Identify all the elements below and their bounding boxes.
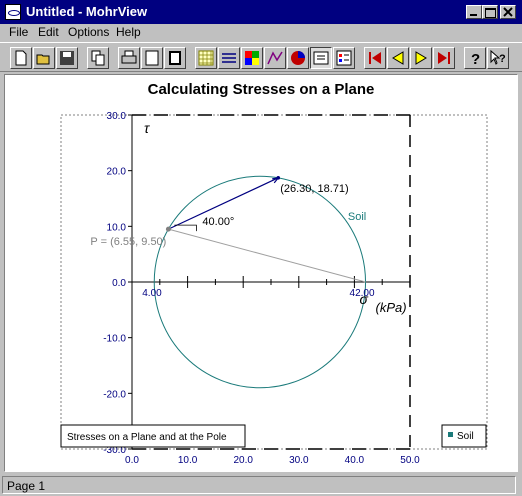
context-help-icon: ?: [490, 49, 506, 65]
menu-file[interactable]: File: [9, 25, 28, 39]
fill-button[interactable]: [164, 47, 186, 69]
svg-text:?: ?: [471, 51, 480, 68]
y-tick-label: -20.0: [103, 389, 126, 400]
grid-icon: [198, 50, 214, 66]
stress-point: [276, 176, 281, 180]
context-help-button[interactable]: ?: [487, 47, 509, 69]
pole-point: [165, 226, 171, 232]
copy-button[interactable]: [87, 47, 109, 69]
y-tick-label: 0.0: [112, 278, 126, 289]
legend-icon: [336, 50, 352, 66]
pole-line: [168, 228, 366, 283]
x-tick-label: 30.0: [289, 455, 309, 466]
print-icon: [121, 50, 137, 64]
legend-text: Soil: [457, 431, 474, 442]
colors-icon: [245, 51, 259, 65]
angle-label: 40.00°: [202, 216, 234, 228]
help-icon: ?: [471, 51, 480, 68]
text-button[interactable]: [310, 47, 332, 69]
menu-edit[interactable]: Edit: [38, 25, 59, 39]
caption-text: Stresses on a Plane and at the Pole: [67, 432, 227, 443]
copy-icon: [91, 50, 105, 66]
frame-icon: [145, 50, 159, 66]
toolbar: ? ?: [0, 42, 522, 72]
app-icon[interactable]: [5, 4, 21, 20]
new-button[interactable]: [10, 47, 32, 69]
chart-canvas[interactable]: Calculating Stresses on a Plane 30.0 20.0…: [4, 74, 518, 472]
grid-button[interactable]: [195, 47, 217, 69]
menu-options[interactable]: Options: [68, 25, 109, 39]
menu-help[interactable]: Help: [116, 25, 141, 39]
previous-icon: [392, 51, 404, 65]
legend-button[interactable]: [333, 47, 355, 69]
maximize-button[interactable]: [482, 5, 498, 19]
first-page-button[interactable]: [364, 47, 386, 69]
new-icon: [15, 50, 27, 66]
mohr-circle-chart: Calculating Stresses on a Plane 30.0 20.0…: [60, 81, 488, 466]
frame-button[interactable]: [141, 47, 163, 69]
open-button[interactable]: [33, 47, 55, 69]
minimize-button[interactable]: [466, 5, 482, 19]
x-tick-label: 50.0: [400, 455, 420, 466]
next-icon: [415, 51, 427, 65]
close-icon: [503, 7, 513, 17]
save-button[interactable]: [56, 47, 78, 69]
y-axis-label: τ: [144, 120, 150, 136]
close-button[interactable]: [500, 5, 516, 19]
colors-button[interactable]: [241, 47, 263, 69]
y-tick-label: 20.0: [107, 167, 127, 178]
circle-left-label: 4.00: [142, 288, 162, 299]
status-page: Page 1: [2, 476, 516, 494]
lines-button[interactable]: [218, 47, 240, 69]
last-page-button[interactable]: [433, 47, 455, 69]
last-icon: [438, 52, 450, 64]
point-label: (26.30, 18.71): [280, 183, 349, 195]
open-icon: [36, 54, 50, 65]
status-bar: Page 1: [0, 474, 522, 496]
x-axis-label: (kPa): [376, 300, 407, 315]
x-tick-label: 0.0: [125, 455, 139, 466]
angle-marker: [174, 224, 197, 232]
svg-text:?: ?: [499, 53, 506, 65]
text-icon: [313, 51, 329, 65]
previous-page-button[interactable]: [387, 47, 409, 69]
x-tick-label: 20.0: [233, 455, 253, 466]
title-bar: Untitled - MohrView: [0, 0, 522, 24]
wireframe-icon: [267, 51, 283, 65]
y-tick-label: 30.0: [107, 111, 127, 122]
circle-right-label: 42.00: [350, 288, 375, 299]
pie-button[interactable]: [287, 47, 309, 69]
y-tick-label: -10.0: [103, 334, 126, 345]
help-button[interactable]: ?: [464, 47, 486, 69]
menu-bar: File Edit Options Help: [0, 24, 522, 42]
next-page-button[interactable]: [410, 47, 432, 69]
pie-icon: [291, 51, 305, 65]
pole-label: P = (6.55, 9.50): [90, 236, 166, 248]
y-tick-label: 10.0: [107, 222, 127, 233]
save-icon: [60, 51, 74, 65]
chart-title: Calculating Stresses on a Plane: [148, 81, 375, 98]
legend-swatch: [448, 432, 453, 437]
circle-label: Soil: [348, 211, 366, 223]
wireframe-button[interactable]: [264, 47, 286, 69]
lines-icon: [222, 53, 236, 63]
fill-icon: [169, 51, 181, 65]
x-tick-label: 10.0: [178, 455, 198, 466]
first-icon: [369, 52, 381, 64]
print-button[interactable]: [118, 47, 140, 69]
x-tick-label: 40.0: [345, 455, 365, 466]
window-title: Untitled - MohrView: [26, 4, 148, 19]
